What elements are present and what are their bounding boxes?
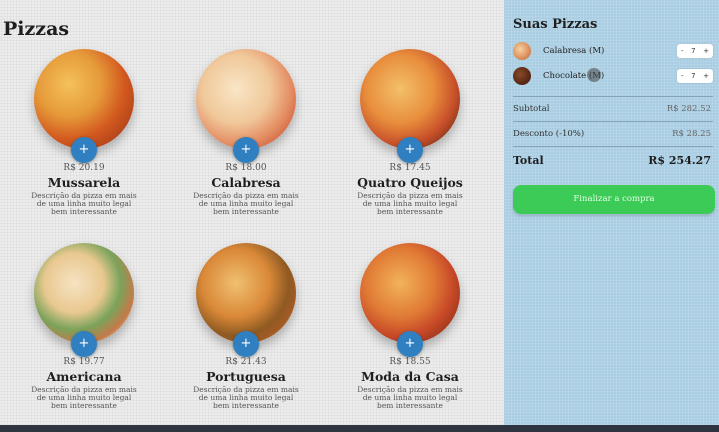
plus-icon: + xyxy=(404,142,416,157)
plus-icon: + xyxy=(240,336,252,351)
total-value: R$ 254.27 xyxy=(648,154,711,167)
pizza-card-moda-da-casa[interactable]: + R$ 18.55 Moda da Casa Descrição da piz… xyxy=(335,243,485,413)
divider xyxy=(513,96,713,97)
quantity-value: 7 xyxy=(691,47,696,55)
cart-title: Suas Pizzas xyxy=(513,17,598,32)
pizza-price: R$ 18.00 xyxy=(225,163,267,173)
pizza-description: Descrição da pizza em mais de uma linha … xyxy=(357,385,463,410)
pizza-description: Descrição da pizza em mais de uma linha … xyxy=(31,191,137,216)
pizza-image[interactable] xyxy=(34,243,134,343)
plus-icon: + xyxy=(78,336,90,351)
pizza-name: Mussarela xyxy=(47,175,121,190)
pizza-name: Moda da Casa xyxy=(361,369,459,384)
cart-item: Calabresa (M) - 7 + xyxy=(513,41,713,61)
quantity-value: 7 xyxy=(691,72,696,80)
pizza-name: Quatro Queijos xyxy=(357,175,463,190)
pizza-name: Americana xyxy=(46,369,122,384)
pizza-card-americana[interactable]: + R$ 19.77 Americana Descrição da pizza … xyxy=(9,243,159,413)
add-button[interactable]: + xyxy=(397,137,423,163)
pizza-description: Descrição da pizza em mais de uma linha … xyxy=(193,385,299,410)
increment-button[interactable]: + xyxy=(703,47,709,55)
pizza-price: R$ 17.45 xyxy=(389,163,431,173)
total-row: Total R$ 254.27 xyxy=(513,154,713,167)
pizza-card-calabresa[interactable]: + R$ 18.00 Calabresa Descrição da pizza … xyxy=(171,49,321,219)
pizza-card-mussarela[interactable]: + R$ 20.19 Mussarela Descrição da pizza … xyxy=(9,49,159,219)
cart-item-label: Calabresa (M) xyxy=(543,46,605,56)
pizza-price: R$ 21.43 xyxy=(225,357,267,367)
quantity-stepper: - 7 + xyxy=(677,44,713,58)
subtotal-label: Subtotal xyxy=(513,104,550,114)
discount-value: R$ 28.25 xyxy=(672,129,711,139)
add-button[interactable]: + xyxy=(397,331,423,357)
pizza-name: Calabresa xyxy=(211,175,281,190)
pizza-description: Descrição da pizza em mais de uma linha … xyxy=(193,191,299,216)
decrement-button[interactable]: - xyxy=(681,72,684,80)
pizza-description: Descrição da pizza em mais de uma linha … xyxy=(31,385,137,410)
add-button[interactable]: + xyxy=(71,137,97,163)
increment-button[interactable]: + xyxy=(703,72,709,80)
pizza-image[interactable] xyxy=(196,243,296,343)
cart-sidebar: Suas Pizzas Calabresa (M) - 7 + Chocolat… xyxy=(504,0,719,425)
pizza-price: R$ 19.77 xyxy=(63,357,105,367)
plus-icon: + xyxy=(78,142,90,157)
pizza-description: Descrição da pizza em mais de uma linha … xyxy=(357,191,463,216)
add-button[interactable]: + xyxy=(233,331,259,357)
divider xyxy=(513,121,713,122)
pizza-card-portuguesa[interactable]: + R$ 21.43 Portuguesa Descrição da pizza… xyxy=(171,243,321,413)
pizza-price: R$ 20.19 xyxy=(63,163,105,173)
discount-label: Desconto (-10%) xyxy=(513,129,585,139)
pizza-image[interactable] xyxy=(196,49,296,149)
plus-icon: + xyxy=(404,336,416,351)
subtotal-row: Subtotal R$ 282.52 xyxy=(513,104,713,114)
cursor-icon xyxy=(587,68,601,82)
subtotal-value: R$ 282.52 xyxy=(666,104,711,114)
pizza-image[interactable] xyxy=(360,243,460,343)
discount-row: Desconto (-10%) R$ 28.25 xyxy=(513,129,713,139)
cart-item: Chocolate (M) - 7 + xyxy=(513,66,713,86)
quantity-stepper: - 7 + xyxy=(677,69,713,83)
pizza-image[interactable] xyxy=(34,49,134,149)
cart-item-thumbnail xyxy=(513,42,531,60)
pizza-image[interactable] xyxy=(360,49,460,149)
decrement-button[interactable]: - xyxy=(681,47,684,55)
pizza-name: Portuguesa xyxy=(206,369,286,384)
divider xyxy=(513,146,713,147)
add-button[interactable]: + xyxy=(233,137,259,163)
checkout-button[interactable]: Finalizar a compra xyxy=(513,185,715,214)
cart-item-thumbnail xyxy=(513,67,531,85)
bottom-bar xyxy=(0,425,719,432)
page-title: Pizzas xyxy=(3,18,70,40)
add-button[interactable]: + xyxy=(71,331,97,357)
plus-icon: + xyxy=(240,142,252,157)
pizza-catalog: Pizzas + R$ 20.19 Mussarela Descrição da… xyxy=(0,0,504,425)
pizza-price: R$ 18.55 xyxy=(389,357,431,367)
pizza-card-quatro-queijos[interactable]: + R$ 17.45 Quatro Queijos Descrição da p… xyxy=(335,49,485,219)
total-label: Total xyxy=(513,154,544,167)
